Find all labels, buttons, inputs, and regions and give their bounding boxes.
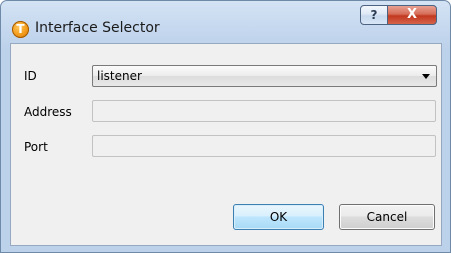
window-title: Interface Selector (35, 20, 160, 36)
id-combobox-value: listener (97, 69, 142, 83)
close-button[interactable]: X (387, 5, 437, 25)
dialog-body: ID listener Address Port OK Cancel (10, 43, 442, 246)
port-field[interactable] (92, 135, 436, 157)
dialog-window: T Interface Selector ? X ID listener Add… (0, 0, 451, 253)
cancel-button[interactable]: Cancel (339, 204, 435, 230)
app-logo-icon: T (12, 21, 29, 38)
dropdown-arrow-icon[interactable] (422, 74, 430, 79)
address-label: Address (24, 105, 72, 119)
title-bar[interactable]: T Interface Selector ? X (1, 1, 450, 43)
id-label: ID (24, 69, 37, 83)
help-button[interactable]: ? (360, 5, 388, 25)
address-field[interactable] (92, 100, 436, 122)
port-label: Port (24, 140, 48, 154)
id-combobox[interactable]: listener (92, 65, 437, 87)
ok-button[interactable]: OK (233, 204, 324, 230)
